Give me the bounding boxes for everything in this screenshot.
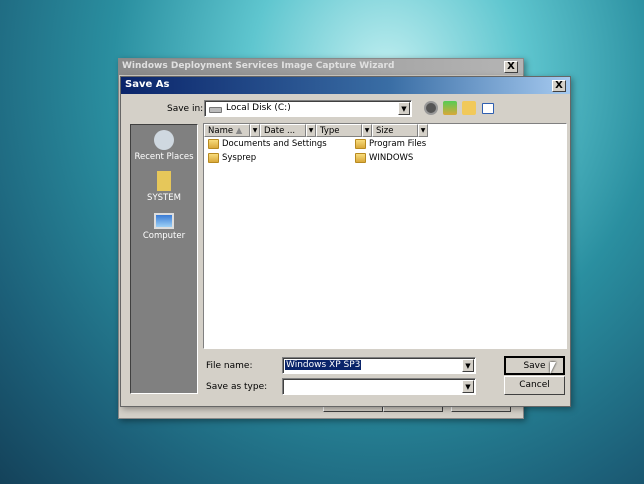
- place-recent-places[interactable]: Recent Places: [131, 130, 197, 162]
- file-name-label: File name:: [206, 361, 253, 371]
- computer-icon: [154, 213, 174, 229]
- user-folder-icon: [157, 171, 171, 191]
- file-name: Program Files: [369, 139, 427, 149]
- list-item[interactable]: Sysprep: [208, 153, 256, 163]
- new-folder-icon[interactable]: [462, 101, 476, 115]
- mouse-cursor-icon: [550, 362, 562, 374]
- list-item[interactable]: Program Files: [355, 139, 426, 149]
- drive-icon: [209, 107, 222, 113]
- chevron-down-icon[interactable]: ▼: [398, 102, 410, 115]
- dialog-close-button[interactable]: X: [552, 80, 566, 92]
- up-folder-icon[interactable]: [443, 101, 457, 115]
- list-item[interactable]: WINDOWS: [355, 153, 413, 163]
- place-computer[interactable]: Computer: [131, 213, 197, 241]
- file-name: Sysprep: [222, 153, 257, 163]
- wizard-title: Windows Deployment Services Image Captur…: [119, 59, 523, 75]
- column-date-filter[interactable]: ▼: [306, 124, 316, 137]
- save-in-label: Save in:: [167, 104, 204, 114]
- column-type[interactable]: Type: [316, 124, 362, 137]
- place-label: Recent Places: [134, 152, 194, 162]
- place-system[interactable]: SYSTEM: [131, 171, 197, 203]
- dialog-title: Save As: [121, 77, 570, 94]
- folder-icon: [208, 153, 219, 163]
- column-date[interactable]: Date ...: [260, 124, 306, 137]
- chevron-down-icon[interactable]: ▼: [462, 359, 474, 372]
- chevron-down-icon[interactable]: ▼: [462, 380, 474, 393]
- save-in-select[interactable]: Local Disk (C:) ▼: [204, 100, 412, 117]
- save-as-type-select[interactable]: ▼: [282, 378, 476, 395]
- save-as-type-label: Save as type:: [206, 382, 268, 392]
- back-icon[interactable]: [424, 101, 438, 115]
- cancel-button[interactable]: Cancel: [504, 376, 565, 395]
- place-label: SYSTEM: [147, 193, 181, 203]
- place-label: Computer: [142, 231, 186, 241]
- folder-icon: [208, 139, 219, 149]
- file-list[interactable]: Name ▲ ▼ Date ... ▼ Type ▼ Size ▼ Docume…: [203, 123, 567, 349]
- places-bar: Recent Places SYSTEM Computer: [130, 124, 198, 394]
- column-size-filter[interactable]: ▼: [418, 124, 428, 137]
- file-name-input[interactable]: Windows XP SP3 ▼: [282, 357, 476, 374]
- save-as-dialog: Save As X Save in: Local Disk (C:) ▼ Rec…: [120, 76, 571, 407]
- column-size[interactable]: Size: [372, 124, 418, 137]
- folder-icon: [355, 153, 366, 163]
- column-name-filter[interactable]: ▼: [250, 124, 260, 137]
- file-name: Documents and Settings: [222, 139, 327, 149]
- recent-places-icon: [154, 130, 174, 150]
- view-menu-icon[interactable]: [482, 103, 494, 114]
- wizard-close-button[interactable]: X: [504, 61, 518, 73]
- file-name: WINDOWS: [369, 153, 414, 163]
- list-item[interactable]: Documents and Settings: [208, 139, 327, 149]
- folder-icon: [355, 139, 366, 149]
- column-name[interactable]: Name ▲: [204, 124, 250, 137]
- save-in-value: Local Disk (C:): [226, 103, 291, 113]
- column-type-filter[interactable]: ▼: [362, 124, 372, 137]
- file-name-value: Windows XP SP3: [285, 360, 362, 370]
